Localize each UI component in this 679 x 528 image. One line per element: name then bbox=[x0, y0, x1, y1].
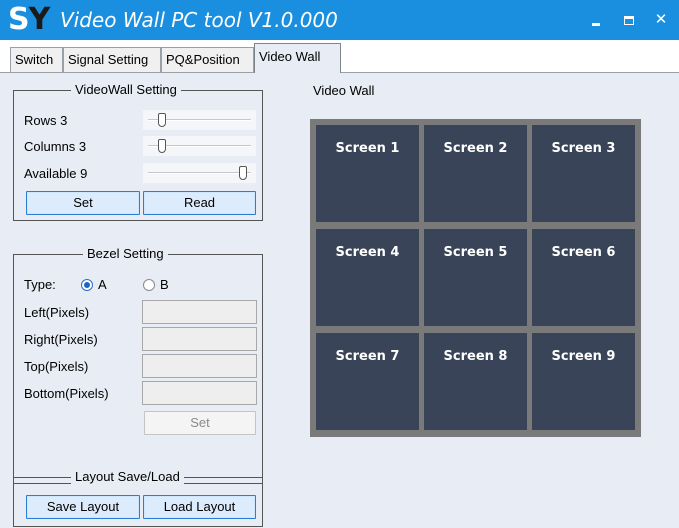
maximize-icon bbox=[624, 16, 634, 25]
maximize-button[interactable] bbox=[618, 10, 640, 30]
videowall-setting-title: VideoWall Setting bbox=[71, 82, 181, 98]
bottom-pixels-label: Bottom(Pixels) bbox=[24, 386, 109, 401]
bezel-setting-title: Bezel Setting bbox=[83, 246, 168, 262]
tab-switch[interactable]: Switch bbox=[10, 47, 63, 72]
screen-tile[interactable]: Screen 6 bbox=[532, 229, 635, 326]
available-slider[interactable] bbox=[143, 163, 256, 183]
left-pixels-label: Left(Pixels) bbox=[24, 305, 90, 320]
screen-tile[interactable]: Screen 9 bbox=[532, 333, 635, 430]
layout-save-load-title: Layout Save/Load bbox=[71, 469, 184, 485]
video-wall-grid: Screen 1 Screen 2 Screen 3 Screen 4 Scre… bbox=[310, 119, 641, 437]
screen-tile[interactable]: Screen 5 bbox=[424, 229, 527, 326]
close-button[interactable]: ✕ bbox=[650, 10, 672, 30]
save-layout-button[interactable]: Save Layout bbox=[26, 495, 140, 519]
load-layout-button[interactable]: Load Layout bbox=[143, 495, 256, 519]
available-label: Available 9 bbox=[24, 166, 88, 181]
video-wall-label: Video Wall bbox=[313, 83, 375, 98]
window-title: Video Wall PC tool V1.0.000 bbox=[60, 8, 338, 32]
brand-logo: SY bbox=[8, 2, 50, 37]
screen-tile[interactable]: Screen 1 bbox=[316, 125, 419, 222]
screen-tile[interactable]: Screen 4 bbox=[316, 229, 419, 326]
right-pixels-label: Right(Pixels) bbox=[24, 332, 98, 347]
bezel-type-b-radio[interactable] bbox=[143, 279, 155, 291]
slider-thumb[interactable] bbox=[158, 139, 166, 153]
layout-save-load-group: Layout Save/Load Save Layout Load Layout bbox=[13, 469, 263, 527]
title-bar[interactable]: SY Video Wall PC tool V1.0.000 ✕ bbox=[0, 0, 679, 40]
columns-slider[interactable] bbox=[143, 136, 256, 156]
slider-track bbox=[148, 172, 251, 174]
tab-strip: Switch Signal Setting PQ&Position Video … bbox=[0, 40, 679, 73]
bezel-type-b-label[interactable]: B bbox=[160, 277, 169, 293]
screen-tile[interactable]: Screen 2 bbox=[424, 125, 527, 222]
bezel-setting-group: Bezel Setting Type: A B Left(Pixels) Rig… bbox=[13, 246, 263, 484]
videowall-read-button[interactable]: Read bbox=[143, 191, 256, 215]
top-pixels-input[interactable] bbox=[142, 354, 257, 378]
bezel-type-a-label[interactable]: A bbox=[98, 277, 107, 293]
slider-thumb[interactable] bbox=[239, 166, 247, 180]
minimize-button[interactable] bbox=[586, 10, 608, 30]
tab-video-wall[interactable]: Video Wall bbox=[254, 43, 341, 73]
columns-label: Columns 3 bbox=[24, 139, 87, 154]
tab-pq-position[interactable]: PQ&Position bbox=[161, 47, 254, 72]
videowall-setting-group: VideoWall Setting Rows 3 Columns 3 Avail… bbox=[13, 82, 263, 221]
main-panel: Switch Signal Setting PQ&Position Video … bbox=[0, 40, 679, 528]
close-icon: ✕ bbox=[654, 11, 668, 28]
screen-tile[interactable]: Screen 8 bbox=[424, 333, 527, 430]
slider-thumb[interactable] bbox=[158, 113, 166, 127]
bottom-pixels-input[interactable] bbox=[142, 381, 257, 405]
videowall-set-button[interactable]: Set bbox=[26, 191, 140, 215]
screen-tile[interactable]: Screen 3 bbox=[532, 125, 635, 222]
top-pixels-label: Top(Pixels) bbox=[24, 359, 89, 374]
left-pixels-input[interactable] bbox=[142, 300, 257, 324]
tab-signal-setting[interactable]: Signal Setting bbox=[63, 47, 161, 72]
rows-slider[interactable] bbox=[143, 110, 256, 130]
bezel-type-a-radio[interactable] bbox=[81, 279, 93, 291]
type-label: Type: bbox=[24, 277, 56, 292]
minimize-icon bbox=[592, 23, 600, 26]
rows-label: Rows 3 bbox=[24, 113, 68, 128]
right-pixels-input[interactable] bbox=[142, 327, 257, 351]
bezel-set-button[interactable]: Set bbox=[144, 411, 256, 435]
screen-tile[interactable]: Screen 7 bbox=[316, 333, 419, 430]
